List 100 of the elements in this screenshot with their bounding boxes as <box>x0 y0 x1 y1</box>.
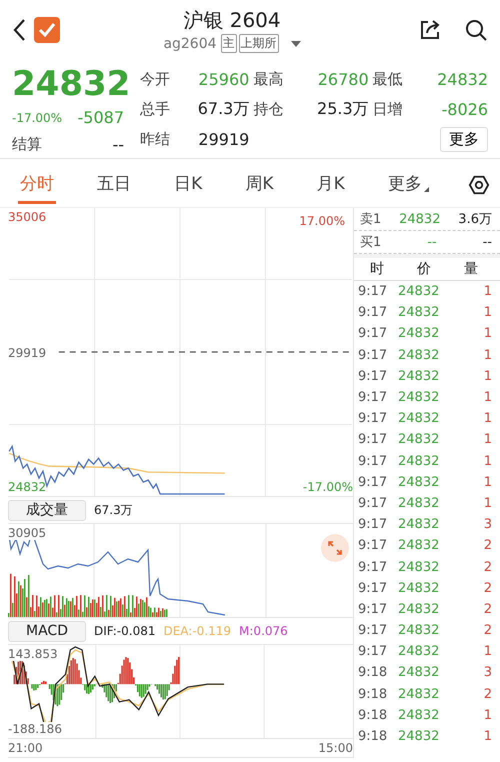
chart-tab[interactable]: 月K <box>314 166 347 204</box>
share-icon[interactable] <box>418 18 442 42</box>
stat-label: 持仓 <box>253 100 284 118</box>
trade-time: 9:18 <box>358 708 388 723</box>
trade-volume: 3 <box>484 665 492 680</box>
trade-volume: 1 <box>484 454 492 469</box>
trade-time: 9:17 <box>358 496 388 511</box>
order-side: 卖1 <box>360 211 382 228</box>
order-price: -- <box>427 234 437 250</box>
trade-time: 9:17 <box>358 602 388 617</box>
column-header: 价 <box>417 260 431 278</box>
trade-price: 24832 <box>398 348 440 363</box>
trade-time: 9:17 <box>358 348 388 363</box>
dea-value: DEA:-0.119 <box>163 624 232 638</box>
trade-price: 24832 <box>398 729 440 744</box>
stat-label: 昨结 <box>140 130 170 148</box>
trade-volume: 1 <box>484 411 492 426</box>
trade-price: 24832 <box>398 686 440 702</box>
stat-label: 总手 <box>140 100 170 118</box>
axis-label: -188.186 <box>8 722 62 736</box>
trade-price: 24832 <box>398 602 440 617</box>
trade-time: 9:17 <box>358 580 388 596</box>
trade-volume: 2 <box>484 538 492 554</box>
trade-volume: 1 <box>484 326 492 342</box>
order-volume: 3.6万 <box>458 211 492 228</box>
trade-volume: 1 <box>484 432 492 448</box>
change-value: -5087 <box>78 108 124 127</box>
trade-time: 9:18 <box>358 665 388 680</box>
stat-label: 日增 <box>372 100 404 118</box>
column-header: 时 <box>370 260 384 278</box>
trade-price: 24832 <box>398 390 440 406</box>
stat-value: -8026 <box>440 100 488 118</box>
trade-time: 9:17 <box>358 623 388 638</box>
trade-volume: 2 <box>484 686 492 702</box>
order-side: 买1 <box>360 234 382 251</box>
trade-price: 24832 <box>398 368 440 384</box>
chart-tab[interactable]: 日K <box>172 166 204 204</box>
trade-time: 9:17 <box>358 432 388 448</box>
settings-icon[interactable] <box>468 174 490 196</box>
chart-tab[interactable]: 周K <box>243 166 276 204</box>
trade-time: 9:17 <box>358 474 388 490</box>
exchange-tag: 上期所 <box>238 34 279 53</box>
trade-price: 24832 <box>398 665 440 680</box>
order-price: 24832 <box>399 212 440 226</box>
back-icon[interactable] <box>12 18 26 42</box>
axis-label: -17.00% <box>302 480 353 494</box>
trade-time: 9:17 <box>358 454 388 469</box>
trade-volume: 1 <box>484 729 492 744</box>
trade-time: 9:17 <box>358 538 388 554</box>
trade-price: 24832 <box>398 538 440 554</box>
stat-label: 今开 <box>140 70 170 88</box>
trade-time: 9:17 <box>358 284 388 300</box>
dif-value: DIF:-0.081 <box>94 624 156 638</box>
m-value: M:0.076 <box>239 624 288 638</box>
stat-value: 67.3万 <box>196 98 250 120</box>
trade-volume: 1 <box>484 708 492 723</box>
trade-time: 9:17 <box>358 411 388 426</box>
search-icon[interactable] <box>464 18 488 42</box>
trade-volume: 2 <box>484 580 492 596</box>
expand-icon[interactable] <box>321 534 349 562</box>
caret-icon[interactable] <box>290 40 301 46</box>
trade-price: 24832 <box>398 474 440 490</box>
trade-price: 24832 <box>398 623 440 638</box>
indicator-button[interactable]: MACD <box>8 620 86 642</box>
indicator-button[interactable]: 成交量 <box>8 500 86 520</box>
trade-time: 9:17 <box>358 326 388 342</box>
trade-time: 9:17 <box>358 368 388 384</box>
trade-volume: 1 <box>484 368 492 384</box>
stat-label: 最高 <box>253 70 284 88</box>
trade-price: 24832 <box>398 580 440 596</box>
stat-value: 25.3万 <box>316 98 369 120</box>
trade-volume: 2 <box>484 623 492 638</box>
trade-price: 24832 <box>398 708 440 723</box>
trade-volume: 2 <box>484 560 492 575</box>
trade-price: 24832 <box>398 517 440 532</box>
axis-label: 35006 <box>8 210 46 224</box>
column-header: 量 <box>464 260 478 278</box>
stat-label: 最低 <box>372 70 404 88</box>
trade-price: 24832 <box>398 496 440 511</box>
trade-price: 24832 <box>398 560 440 575</box>
axis-label: 29919 <box>8 346 46 360</box>
trade-price: 24832 <box>398 644 440 660</box>
axis-label: 143.853 <box>8 647 58 661</box>
corner-triangle-icon <box>424 187 429 192</box>
change-percent: -17.00% <box>12 110 62 124</box>
trade-price: 24832 <box>398 326 440 342</box>
more-tab[interactable]: 更多 <box>386 166 424 204</box>
trade-price: 24832 <box>398 432 440 448</box>
axis-label: 17.00% <box>298 212 346 230</box>
trade-volume: 1 <box>484 348 492 363</box>
trade-volume: 1 <box>484 496 492 511</box>
trade-volume: 1 <box>484 305 492 320</box>
trade-price: 24832 <box>398 454 440 469</box>
stat-value: 26780 <box>316 70 369 88</box>
stat-value: 25960 <box>197 70 250 88</box>
trade-volume: 1 <box>484 474 492 490</box>
time-axis-label: 21:00 <box>8 741 43 755</box>
axis-label: 24832 <box>8 480 46 494</box>
more-button[interactable]: 更多 <box>440 126 488 152</box>
chart-tab[interactable]: 五日 <box>95 166 134 204</box>
